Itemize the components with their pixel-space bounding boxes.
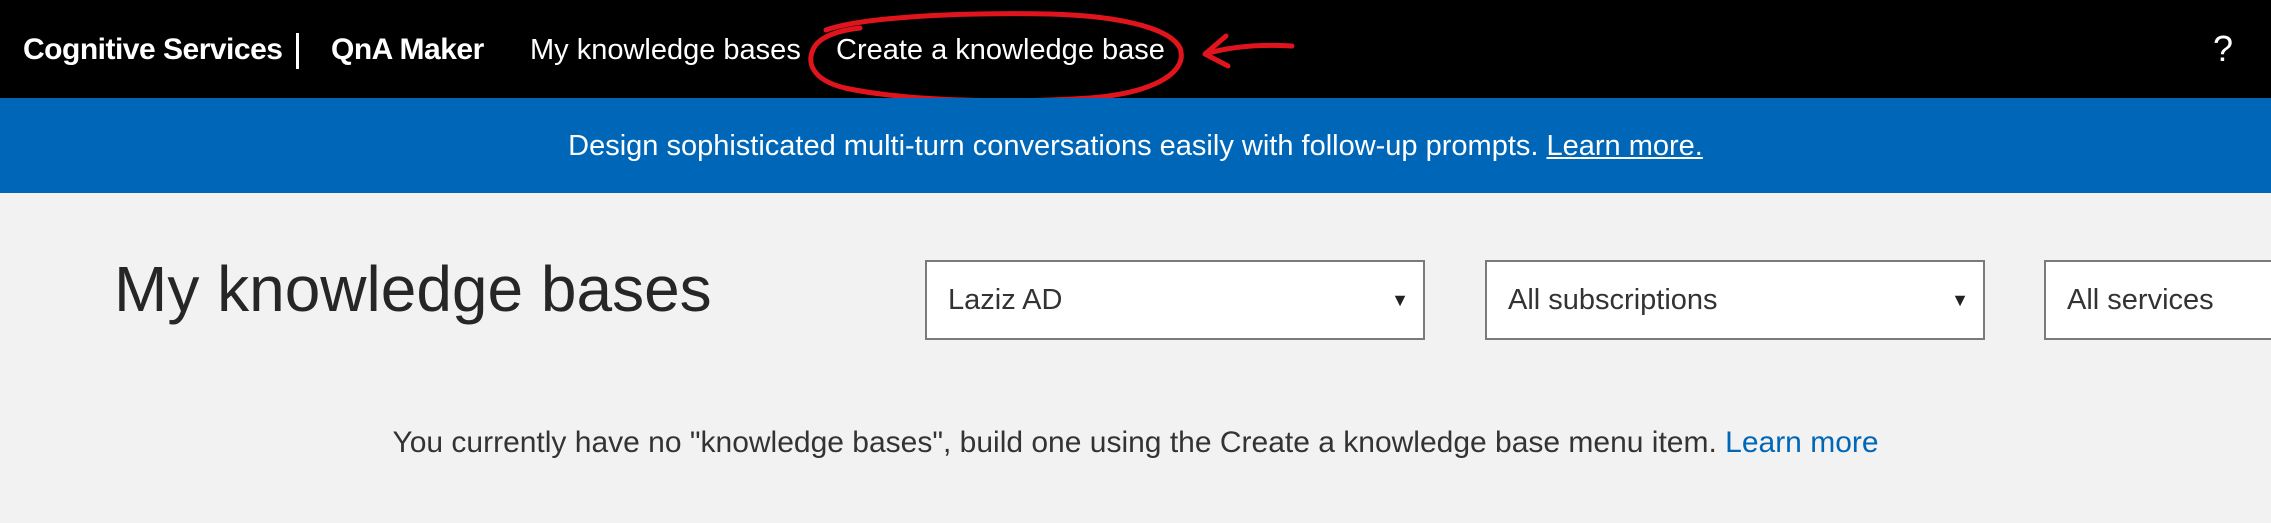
dropdown-arrow-icon: ▼ [1951,290,1969,310]
page-title: My knowledge bases [114,253,712,325]
help-icon[interactable]: ? [2213,0,2233,98]
subscription-select-value: All subscriptions [1508,284,1718,316]
empty-state-message: You currently have no "knowledge bases",… [0,426,2271,460]
empty-state-learn-more-link[interactable]: Learn more [1725,426,1878,459]
empty-state-text: You currently have no "knowledge bases",… [392,426,1726,459]
service-select-value: All services [2067,284,2214,316]
top-nav-bar: Cognitive Services QnA Maker My knowledg… [0,0,2271,98]
banner-text: Design sophisticated multi-turn conversa… [568,130,1547,162]
service-select[interactable]: All services [2044,260,2271,340]
product-link[interactable]: QnA Maker [331,0,484,98]
brand-divider [296,33,299,69]
announcement-banner: Design sophisticated multi-turn conversa… [0,98,2271,193]
banner-learn-more-link[interactable]: Learn more. [1547,130,1703,162]
directory-select[interactable]: Laziz AD ▼ [925,260,1425,340]
subscription-select[interactable]: All subscriptions ▼ [1485,260,1985,340]
dropdown-arrow-icon: ▼ [1391,290,1409,310]
nav-my-knowledge-bases[interactable]: My knowledge bases [530,0,801,98]
directory-select-value: Laziz AD [948,284,1063,316]
brand-link[interactable]: Cognitive Services [23,0,283,98]
nav-create-knowledge-base[interactable]: Create a knowledge base [836,0,1165,98]
